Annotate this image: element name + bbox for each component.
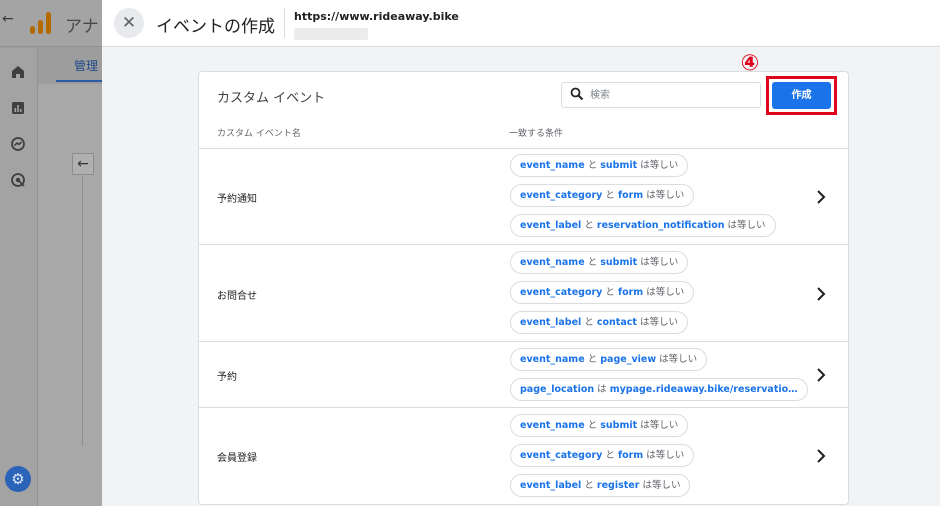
table-row[interactable]: 予約通知 event_name と submit は等しい event_cate…	[199, 148, 848, 244]
condition-chip: event_category と form は等しい	[510, 444, 695, 467]
card-title: カスタム イベント	[217, 91, 326, 106]
chevron-right-icon[interactable]	[815, 449, 827, 463]
condition-chip: page_location は mypage.rideaway.bike/res…	[510, 378, 808, 401]
create-button[interactable]: 作成	[772, 82, 831, 109]
arrow-left-icon[interactable]: ←	[2, 11, 16, 27]
chevron-right-icon[interactable]	[815, 368, 827, 382]
chevron-right-icon[interactable]	[815, 190, 827, 204]
redacted-text	[294, 28, 368, 40]
chevron-right-icon[interactable]	[815, 287, 827, 301]
panel-header: ✕ イベントの作成 https://www.rideaway.bike	[102, 0, 940, 47]
event-name: 予約通知	[217, 194, 257, 205]
app-title: アナ	[65, 17, 99, 37]
nav-rail	[0, 48, 38, 506]
background-content	[38, 84, 102, 506]
column-header-conditions: 一致する条件	[509, 129, 564, 139]
event-name: お問合せ	[217, 291, 257, 302]
close-icon[interactable]: ✕	[114, 8, 144, 38]
divider	[284, 8, 285, 38]
gear-icon[interactable]: ⚙	[5, 466, 31, 492]
column-header-name: カスタム イベント名	[217, 129, 301, 139]
condition-chip: event_category と form は等しい	[510, 184, 695, 207]
condition-chip: event_label と contact は等しい	[510, 311, 688, 334]
search-input[interactable]	[590, 86, 750, 104]
tab-admin[interactable]: 管理	[74, 57, 98, 74]
panel-title: イベントの作成	[156, 17, 275, 37]
reports-icon[interactable]	[10, 100, 26, 116]
table-row[interactable]: 予約 event_name と page_view は等しい page_loca…	[199, 341, 848, 407]
custom-events-card: カスタム イベント カスタム イベント名 一致する条件 予約通知 event_n…	[198, 71, 849, 505]
home-icon[interactable]	[10, 64, 26, 80]
event-name: 会員登録	[217, 453, 257, 464]
analytics-logo	[30, 12, 52, 34]
table-row[interactable]: 会員登録 event_name と submit は等しい event_cate…	[199, 407, 848, 504]
condition-chip: event_label と register は等しい	[510, 474, 691, 497]
site-url: https://www.rideaway.bike	[294, 10, 459, 23]
condition-chip: event_name と page_view は等しい	[510, 348, 708, 371]
arrow-left-icon[interactable]: ←	[72, 153, 94, 175]
condition-chip: event_category と form は等しい	[510, 281, 695, 304]
advertising-icon[interactable]	[10, 172, 26, 188]
table-row[interactable]: お問合せ event_name と submit は等しい event_cate…	[199, 244, 848, 341]
explore-icon[interactable]	[10, 136, 26, 152]
tab-indicator	[56, 80, 102, 82]
event-name: 予約	[217, 372, 237, 383]
step-marker: ④	[740, 51, 760, 76]
condition-chip: event_name と submit は等しい	[510, 414, 689, 437]
condition-chip: event_label と reservation_notification は…	[510, 214, 776, 237]
search-box[interactable]	[561, 82, 761, 108]
highlight-frame: 作成	[766, 76, 837, 115]
condition-chip: event_name と submit は等しい	[510, 251, 689, 274]
divider	[82, 176, 83, 446]
search-icon	[570, 87, 584, 101]
condition-chip: event_name と submit は等しい	[510, 154, 689, 177]
